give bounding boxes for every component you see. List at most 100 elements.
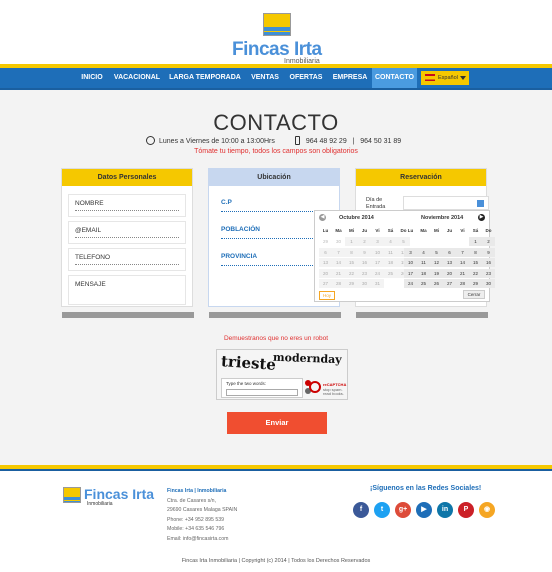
calendar-day: 28 [332,279,345,288]
calendar-day[interactable]: 10 [404,258,417,267]
nombre-field[interactable]: NOMBRE [68,194,186,217]
site-logo[interactable]: Fincas Irta Inmobiliaria [232,13,324,65]
calendar-day[interactable]: 2 [482,237,495,246]
recaptcha-icon [309,381,321,393]
footer-address-2: 29690 Casares Malaga SPAIN [167,507,238,513]
nav-inicio[interactable]: INICIO [74,68,110,88]
weekday-header: Lu [322,228,329,233]
captcha-word-2: modernday [272,350,342,367]
arrival-label: Día de Entrada [366,197,385,211]
calendar-day[interactable]: 7 [456,247,469,257]
next-month-icon[interactable]: ▶ [478,214,485,221]
calendar-day[interactable]: 17 [404,268,417,278]
email-field[interactable]: @EMAIL [68,221,186,244]
calendar-day[interactable]: 28 [456,279,469,288]
calendar-day: 8 [345,247,358,257]
calendar-day[interactable]: 25 [417,279,430,288]
month-title-2: Noviembre 2014 [421,215,464,221]
calendar-day[interactable]: 5 [430,247,443,257]
calendar-day[interactable]: 4 [417,247,430,257]
phone-2: 964 50 31 89 [360,138,402,145]
calendar-day: 17 [371,258,384,267]
calendar-day: 27 [319,279,332,288]
calendar-day[interactable]: 19 [430,268,443,278]
calendar-day[interactable]: 12 [430,258,443,267]
mensaje-field[interactable]: MENSAJE [68,275,186,305]
phone-separator: | [352,138,355,145]
calendar-day[interactable]: 21 [456,268,469,278]
twitter-icon[interactable]: t [374,502,390,518]
footer-logo[interactable]: Fincas Irta Inmobiliaria [63,486,155,513]
calendar-day[interactable]: 13 [443,258,456,267]
calendar-day[interactable]: 24 [404,279,417,288]
weekday-header: Ju [446,228,453,233]
card-shadow [62,312,194,318]
rss-icon[interactable]: ◉ [479,502,495,518]
arrival-date-input[interactable] [403,196,489,210]
calendar-day: 31 [371,279,384,288]
calendar-day[interactable]: 23 [482,268,495,278]
calendar-day[interactable]: 14 [456,258,469,267]
nav-ventas[interactable]: VENTAS [246,68,284,88]
today-button[interactable]: Hoy [319,291,335,300]
calendar-day: 9 [358,247,371,257]
telefono-field[interactable]: TELEFONO [68,248,186,271]
calendar-day: 25 [384,268,397,278]
calendar-day[interactable]: 27 [443,279,456,288]
copyright: Fincas Irta Inmobiliaria | Copyright (c)… [181,558,371,564]
calendar-day: 2 [358,237,371,246]
calendar-day[interactable]: 6 [443,247,456,257]
nav-ofertas[interactable]: OFERTAS [284,68,328,88]
captcha-input[interactable] [226,389,298,396]
language-selector[interactable]: Español [421,71,469,85]
pinterest-icon[interactable]: P [458,502,474,518]
calendar-day[interactable]: 3 [404,247,417,257]
facebook-icon[interactable]: f [353,502,369,518]
weekday-header: Mi [349,228,354,233]
youtube-icon[interactable]: ▶ [416,502,432,518]
calendar-day[interactable]: 8 [469,247,482,257]
reservation-card-header: Reservación [356,169,486,186]
nav-empresa[interactable]: EMPRESA [328,68,372,88]
weekday-header: Mi [434,228,439,233]
footer-logo-icon [63,487,81,503]
calendar-day[interactable]: 9 [482,247,495,257]
linkedin-icon[interactable]: in [437,502,453,518]
weekday-header: Ma [420,228,427,233]
nav-contacto[interactable]: CONTACTO [372,68,417,88]
calendar-day[interactable]: 15 [469,258,482,267]
google-plus-icon[interactable]: g+ [395,502,411,518]
footer-email[interactable]: Email: info@fincasirta.com [167,535,237,545]
footer-logo-text: Fincas Irta [84,486,155,502]
calendar-day[interactable]: 11 [417,258,430,267]
calendar-day[interactable]: 26 [430,279,443,288]
calendar-day: 22 [345,268,358,278]
calendar-day: 6 [319,247,332,257]
datepicker: ◀ Octubre 2014 Noviembre 2014 ▶ Hoy Cerr… [314,210,495,302]
weekday-header: Ju [361,228,368,233]
close-button[interactable]: Cerrar [463,290,485,299]
month-title-1: Octubre 2014 [339,215,374,221]
nav-vacacional[interactable]: VACACIONAL [110,68,164,88]
calendar-day: 3 [371,237,384,246]
calendar-day[interactable]: 16 [482,258,495,267]
calendar-day[interactable]: 1 [469,237,482,246]
clock-icon [146,136,155,145]
calendar-day[interactable]: 29 [469,279,482,288]
calendar-day[interactable]: 20 [443,268,456,278]
footer-contact-info: Fincas Irta | Inmobiliaria Ctra. de Casa… [167,487,237,544]
calendar-day[interactable]: 18 [417,268,430,278]
footer-underline [0,469,552,471]
footer-address-1: Ctra. de Casares s/n, [167,497,217,504]
nav-larga-temporada[interactable]: LARGA TEMPORADA [164,68,246,88]
calendar-day[interactable]: 22 [469,268,482,278]
weekday-header: Lu [407,228,414,233]
calendar-day: 23 [358,268,371,278]
calendar-day[interactable]: 30 [482,279,495,288]
captcha-prompt: Demuestranos que no eres un robot [223,335,329,342]
form-note: Tómate tu tiempo, todos los campos son o… [194,148,358,155]
calendar-day: 14 [332,258,345,267]
calendar-icon[interactable] [477,200,484,207]
send-button[interactable]: Enviar [227,412,327,434]
prev-month-icon[interactable]: ◀ [319,214,326,221]
